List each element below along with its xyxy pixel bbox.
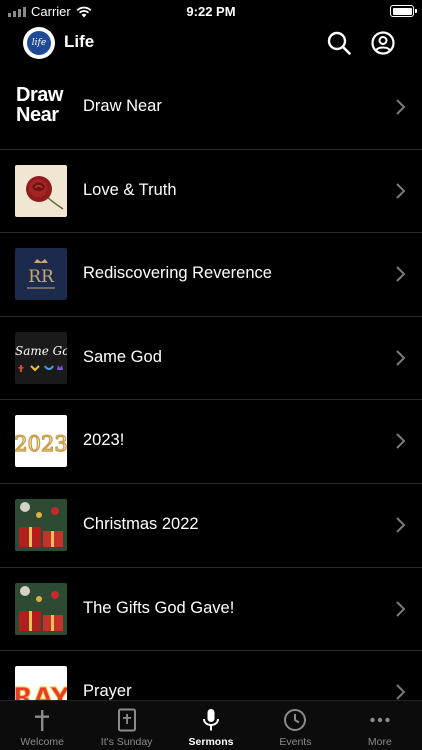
bible-icon	[117, 708, 136, 732]
sermon-title: Rediscovering Reverence	[83, 264, 272, 283]
chevron-right-icon	[396, 350, 406, 366]
status-bar: Carrier 9:22 PM	[0, 0, 422, 24]
sermon-thumbnail-christmas-2022	[15, 498, 67, 551]
sermon-thumbnail-gifts-god-gave	[15, 582, 67, 635]
account-button[interactable]	[370, 30, 396, 56]
chevron-right-icon	[396, 182, 406, 199]
battery-icon	[390, 5, 417, 17]
tab-sermons[interactable]: Sermons	[169, 701, 253, 750]
thumb-text-line-2: Near	[16, 104, 59, 126]
tab-label: Events	[279, 736, 312, 748]
sermon-title: Prayer	[83, 682, 132, 700]
logo-mark: life	[27, 31, 51, 55]
sermon-row-love-truth[interactable]: Love & Truth	[0, 150, 422, 234]
tab-more[interactable]: More	[338, 701, 422, 750]
chevron-right-icon	[396, 433, 406, 450]
tab-welcome[interactable]: Welcome	[0, 701, 84, 750]
symbols-artwork	[18, 364, 63, 372]
sermon-row-prayer[interactable]: RAYE Prayer	[0, 651, 422, 700]
sermon-title: Same God	[83, 347, 162, 366]
sermon-thumbnail-love-truth	[15, 164, 67, 217]
sermon-title: Christmas 2022	[83, 514, 199, 533]
thumb-monogram: RR	[28, 267, 55, 287]
sermon-thumbnail-draw-near: Draw Near	[15, 81, 67, 133]
account-icon	[371, 31, 395, 55]
chevron-right-icon	[396, 266, 406, 282]
thumb-text-line-1: Draw	[16, 84, 63, 106]
sermon-title: The Gifts God Gave!	[83, 598, 235, 617]
sermon-thumbnail-same-god: Same God	[15, 331, 67, 384]
chevron-right-icon	[396, 517, 406, 533]
church-logo: life	[23, 27, 55, 59]
sermon-title: 2023!	[83, 431, 125, 450]
chevron-right-icon	[396, 600, 406, 617]
tab-label: Sermons	[188, 736, 234, 748]
reverence-artwork: RR	[27, 259, 55, 289]
search-button[interactable]	[326, 30, 352, 56]
app-header: life Life	[0, 26, 422, 62]
prayer-artwork: RAYE	[15, 683, 67, 700]
page-title: Life	[64, 32, 95, 51]
rose-image	[26, 175, 64, 210]
sermon-thumbnail-2023: 2023	[15, 415, 67, 468]
sermon-row-2023[interactable]: 2023 2023!	[0, 400, 422, 484]
status-time: 9:22 PM	[186, 4, 236, 19]
sermon-title: Draw Near	[83, 97, 162, 115]
sermon-row-draw-near[interactable]: Draw Near Draw Near	[0, 66, 422, 150]
sermon-list: Draw Near Draw Near Love & Truth RR Redi…	[0, 66, 422, 700]
chevron-right-icon	[396, 99, 406, 115]
year-artwork: 2023	[15, 432, 67, 457]
tab-its-sunday[interactable]: It's Sunday	[84, 701, 168, 750]
clock-icon	[284, 709, 307, 731]
sermon-row-christmas-2022[interactable]: Christmas 2022	[0, 484, 422, 568]
tab-bar: Welcome It's Sunday Sermons Events More	[0, 700, 422, 750]
microphone-icon	[203, 709, 220, 731]
sermon-row-gifts-god-gave[interactable]: The Gifts God Gave!	[0, 568, 422, 652]
ellipsis-icon	[370, 717, 390, 723]
sermon-thumbnail-rediscovering-reverence: RR	[15, 248, 67, 301]
chevron-right-icon	[396, 684, 406, 700]
sermon-thumbnail-prayer: RAYE	[15, 666, 67, 700]
sermon-title: Love & Truth	[83, 180, 177, 199]
sermon-row-same-god[interactable]: Same God Same God	[0, 317, 422, 401]
tab-label: More	[367, 736, 392, 748]
gifts-artwork	[15, 582, 67, 635]
cross-icon	[35, 710, 50, 731]
tab-events[interactable]: Events	[253, 701, 337, 750]
search-icon	[327, 31, 351, 55]
sermon-row-rediscovering-reverence[interactable]: RR Rediscovering Reverence	[0, 233, 422, 317]
tab-label: Welcome	[20, 736, 64, 748]
christmas-artwork	[15, 498, 67, 551]
thumb-year: 2023	[15, 432, 67, 456]
tab-label: It's Sunday	[100, 736, 153, 748]
thumb-text: RAYE	[15, 683, 67, 700]
